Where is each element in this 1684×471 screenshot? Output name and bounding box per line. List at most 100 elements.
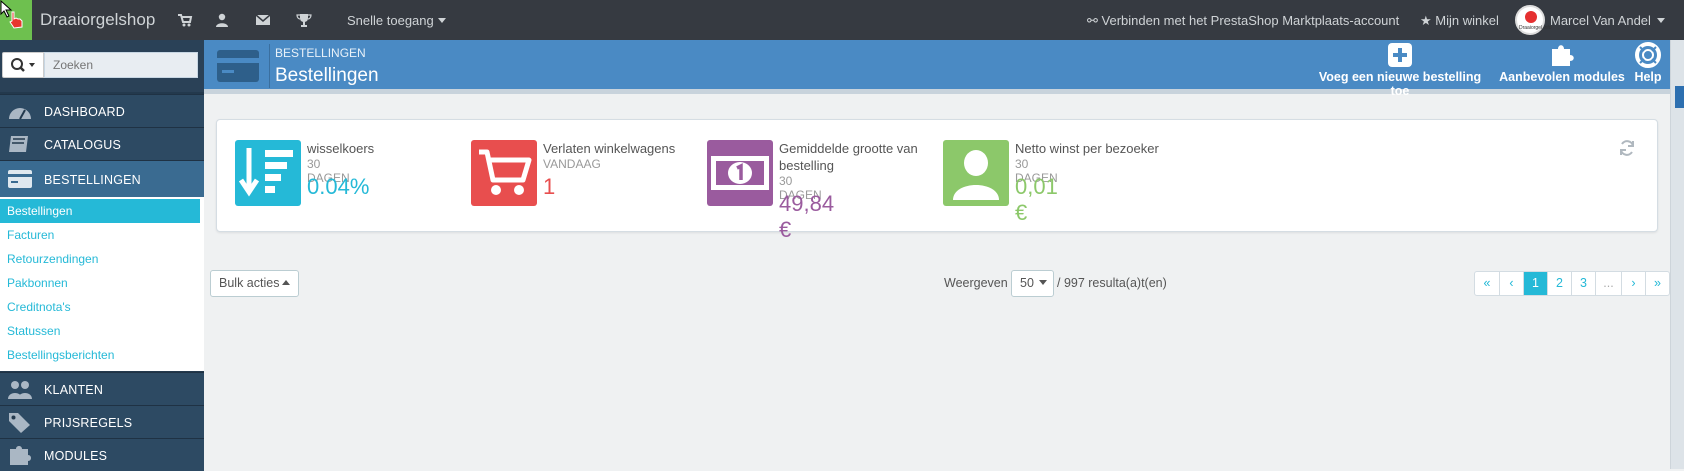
submenu-item-retourzendingen[interactable]: Retourzendingen bbox=[0, 247, 200, 271]
add-order-button[interactable]: Voeg een nieuwe bestelling toe bbox=[1310, 42, 1490, 98]
connect-label: Verbinden met het PrestaShop Marktplaats… bbox=[1101, 13, 1400, 28]
chevron-down-icon bbox=[1039, 280, 1048, 285]
kpi-title: wisselkoers bbox=[307, 141, 375, 156]
quick-access-label: Snelle toegang bbox=[347, 13, 434, 28]
submenu-item-pakbonnen[interactable]: Pakbonnen bbox=[0, 271, 200, 295]
next-page-button[interactable]: › bbox=[1621, 272, 1645, 295]
page-button[interactable]: 1 bbox=[1523, 272, 1547, 295]
add-order-label: Voeg een nieuwe bestelling toe bbox=[1318, 70, 1482, 98]
sidebar-item-label: PRIJSREGELS bbox=[44, 416, 133, 430]
sidebar-item-prijsregels[interactable]: PRIJSREGELS bbox=[0, 405, 204, 438]
submenu-item-statussen[interactable]: Statussen bbox=[0, 319, 200, 343]
trophy-icon[interactable] bbox=[296, 12, 312, 28]
per-page-value: 50 bbox=[1020, 276, 1034, 290]
credit-card-icon bbox=[8, 170, 32, 188]
sort-amount-icon bbox=[238, 148, 293, 197]
results-count: / 997 resulta(a)t(en) bbox=[1057, 276, 1167, 290]
header-divider bbox=[269, 44, 270, 88]
avatar[interactable]: Draaiorgel.info bbox=[1515, 5, 1552, 35]
last-page-button[interactable]: » bbox=[1645, 272, 1669, 295]
page-title: Bestellingen bbox=[275, 65, 379, 86]
breadcrumb[interactable]: BESTELLINGEN bbox=[275, 46, 366, 60]
chevron-down-icon bbox=[1656, 18, 1665, 23]
page-button[interactable]: 3 bbox=[1571, 272, 1595, 295]
avatar-logo-mark bbox=[1525, 11, 1537, 23]
kpi-box bbox=[943, 140, 1009, 206]
book-icon bbox=[9, 136, 28, 152]
search-type-button[interactable] bbox=[2, 52, 44, 78]
avatar-logo-text: Draaiorgel.info bbox=[1519, 25, 1552, 31]
sidebar-item-dashboard[interactable]: DASHBOARD bbox=[0, 94, 204, 127]
sidebar-item-label: DASHBOARD bbox=[44, 105, 125, 119]
puzzle-icon bbox=[1552, 45, 1574, 66]
mouse-cursor-icon bbox=[0, 0, 13, 18]
envelope-icon[interactable] bbox=[255, 12, 271, 28]
speedometer-icon bbox=[9, 108, 31, 120]
submenu-item-bestellingsberichten[interactable]: Bestellingsberichten bbox=[0, 343, 200, 367]
cart-icon[interactable] bbox=[177, 12, 193, 28]
page-button[interactable]: 2 bbox=[1547, 272, 1571, 295]
kpi-title: Netto winst per bezoeker bbox=[1015, 141, 1159, 156]
search-icon bbox=[11, 58, 35, 72]
user-icon bbox=[953, 150, 999, 200]
shop-name[interactable]: Draaiorgelshop bbox=[40, 10, 155, 30]
kpi-box bbox=[235, 140, 301, 206]
previous-page-button[interactable]: ‹ bbox=[1499, 272, 1523, 295]
caret-up-icon bbox=[282, 280, 291, 285]
help-label: Help bbox=[1634, 70, 1662, 84]
kpi-value: 1 bbox=[543, 174, 556, 199]
user-name: Marcel Van Andel bbox=[1550, 13, 1651, 28]
kpi-box bbox=[471, 140, 537, 206]
recommended-modules-button[interactable]: Aanbevolen modules bbox=[1498, 42, 1626, 84]
sidebar-submenu: Bestellingen Facturen Retourzendingen Pa… bbox=[0, 197, 204, 371]
recommended-modules-label: Aanbevolen modules bbox=[1499, 70, 1625, 84]
pagination-show-label: Weergeven bbox=[944, 276, 1008, 290]
sidebar-item-label: BESTELLINGEN bbox=[44, 173, 141, 187]
user-icon[interactable] bbox=[214, 12, 230, 28]
sidebar-item-bestellingen[interactable]: BESTELLINGEN bbox=[0, 160, 204, 197]
link-icon: ⚯ bbox=[1087, 13, 1102, 28]
kpi-title: Verlaten winkelwagens bbox=[543, 141, 676, 156]
help-button[interactable]: Help bbox=[1630, 42, 1666, 84]
quick-access-dropdown[interactable]: Snelle toegang bbox=[347, 13, 446, 28]
money-icon bbox=[711, 156, 769, 190]
sidebar-item-label: CATALOGUS bbox=[44, 138, 122, 152]
users-icon bbox=[8, 381, 32, 399]
pagination: « ‹ 1 2 3 ... › » bbox=[1474, 271, 1670, 296]
plus-square-icon bbox=[1388, 43, 1412, 67]
user-menu[interactable]: Marcel Van Andel bbox=[1550, 13, 1665, 28]
connect-marketplace-link[interactable]: ⚯ Verbinden met het PrestaShop Marktplaa… bbox=[1087, 13, 1399, 29]
submenu-item-facturen[interactable]: Facturen bbox=[0, 223, 200, 247]
my-shop-label: Mijn winkel bbox=[1435, 13, 1499, 28]
puzzle-icon bbox=[10, 446, 31, 465]
kpi-value: 49,84 € bbox=[779, 191, 835, 242]
sidebar-item-modules[interactable]: MODULES bbox=[0, 438, 204, 471]
submenu-item-creditnotas[interactable]: Creditnota's bbox=[0, 295, 200, 319]
submenu-item-bestellingen[interactable]: Bestellingen bbox=[0, 199, 200, 223]
tags-icon bbox=[9, 413, 30, 433]
page-header: BESTELLINGEN Bestellingen Voeg een nieuw… bbox=[204, 40, 1670, 98]
first-page-button[interactable]: « bbox=[1475, 272, 1499, 295]
kpi-box bbox=[707, 140, 773, 206]
refresh-icon[interactable] bbox=[1617, 138, 1637, 158]
bulk-actions-button[interactable]: Bulk acties bbox=[210, 270, 299, 297]
per-page-select[interactable]: 50 bbox=[1011, 270, 1054, 297]
chevron-down-icon bbox=[437, 18, 446, 23]
lifebuoy-icon bbox=[1635, 42, 1661, 68]
kpi-title: Gemiddelde grootte van bestelling bbox=[779, 141, 918, 173]
search-input[interactable] bbox=[44, 52, 198, 78]
bulk-actions-label: Bulk acties bbox=[219, 276, 280, 290]
sidebar-item-label: MODULES bbox=[44, 449, 108, 463]
kpi-panel: wisselkoers 30 DAGEN 0.04% Verlaten wink… bbox=[216, 119, 1658, 242]
sidebar-item-klanten[interactable]: KLANTEN bbox=[0, 372, 204, 405]
cart-icon bbox=[479, 149, 532, 195]
star-icon: ★ bbox=[1420, 13, 1436, 28]
sidebar-item-label: KLANTEN bbox=[44, 383, 104, 397]
kpi-period: VANDAAG bbox=[543, 157, 601, 171]
my-shop-link[interactable]: ★ Mijn winkel bbox=[1420, 13, 1499, 29]
top-bar: Draaiorgelshop Snelle toegang ⚯ Verbinde… bbox=[0, 0, 1684, 40]
page-ellipsis: ... bbox=[1595, 272, 1621, 295]
side-panel-toggle[interactable] bbox=[1675, 86, 1684, 108]
sidebar-item-catalogus[interactable]: CATALOGUS bbox=[0, 127, 204, 160]
kpi-value: 0.04% bbox=[307, 174, 370, 199]
